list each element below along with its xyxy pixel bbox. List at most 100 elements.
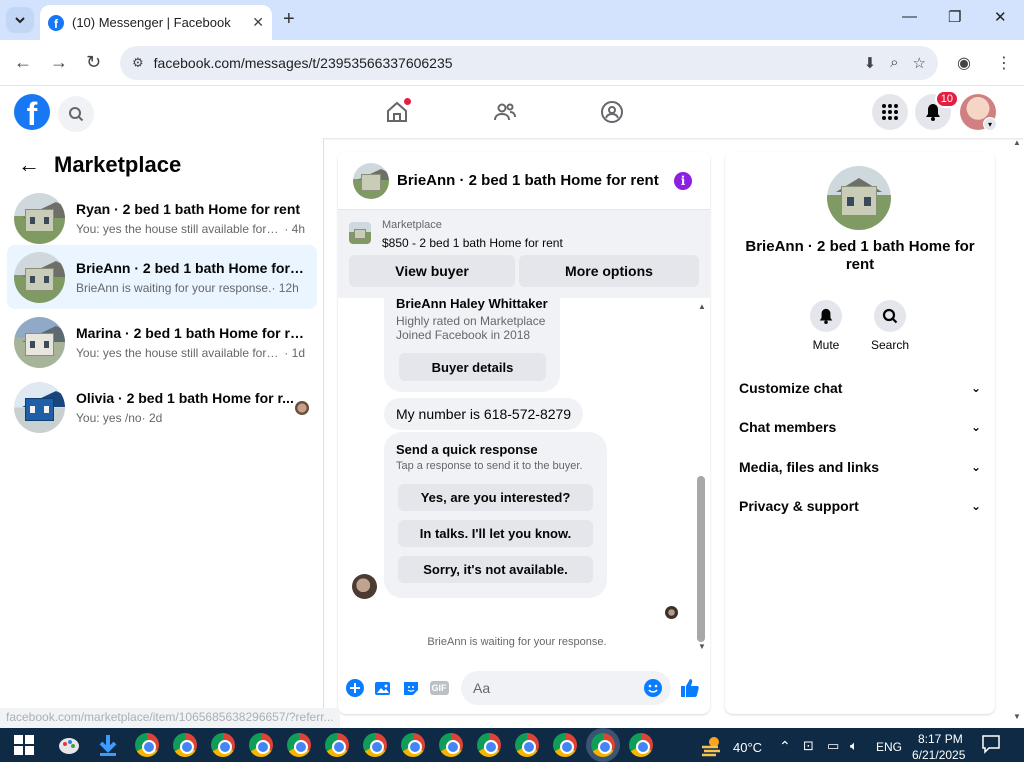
message-scrollbar[interactable]: ▲ ▼ bbox=[696, 302, 708, 652]
search-action[interactable]: Search bbox=[860, 300, 920, 352]
search-label: Search bbox=[870, 338, 910, 352]
notification-center-icon[interactable] bbox=[980, 733, 1004, 757]
windows-start-icon[interactable] bbox=[12, 733, 36, 757]
emoji-button[interactable] bbox=[644, 679, 662, 697]
conversation-item[interactable]: Marina · 2 bed 1 bath Home for rent You:… bbox=[7, 310, 317, 374]
message-list: BrieAnn Haley Whittaker Highly rated on … bbox=[338, 298, 710, 648]
section-privacy-support[interactable]: Privacy & support ⌄ bbox=[739, 498, 981, 514]
tab-search-button[interactable] bbox=[6, 7, 34, 33]
buyer-profile-card: BrieAnn Haley Whittaker Highly rated on … bbox=[384, 298, 560, 392]
groups-nav-button[interactable] bbox=[598, 98, 626, 126]
sticker-button[interactable] bbox=[402, 679, 420, 697]
page-scrollbar[interactable]: ▲ ▼ bbox=[1012, 138, 1024, 724]
chrome-taskbar-icon[interactable] bbox=[287, 733, 311, 757]
quick-response-subtitle: Tap a response to send it to the buyer. bbox=[396, 460, 583, 472]
chrome-taskbar-icon[interactable] bbox=[363, 733, 387, 757]
menu-button[interactable] bbox=[872, 94, 908, 130]
back-arrow-icon[interactable]: ← bbox=[18, 152, 40, 178]
message-input[interactable] bbox=[461, 671, 671, 705]
scroll-down-arrow-icon[interactable]: ▼ bbox=[698, 642, 706, 651]
chat-header[interactable]: BrieAnn · 2 bed 1 bath Home for rent i bbox=[338, 152, 710, 210]
conversation-item[interactable]: Olivia · 2 bed 1 bath Home for r... You:… bbox=[7, 375, 317, 439]
facebook-logo-icon[interactable]: f bbox=[14, 94, 50, 130]
quick-reply-button[interactable]: In talks. I'll let you know. bbox=[398, 520, 593, 547]
quick-reply-button[interactable]: Sorry, it's not available. bbox=[398, 556, 593, 583]
chrome-taskbar-icon[interactable] bbox=[135, 733, 159, 757]
scrollbar-thumb[interactable] bbox=[697, 476, 705, 642]
attach-photo-button[interactable] bbox=[374, 679, 392, 697]
notifications-button[interactable]: 10 bbox=[915, 90, 959, 130]
back-arrow-icon[interactable]: ← bbox=[14, 52, 32, 73]
conversation-preview: BrieAnn is waiting for your response. bbox=[76, 280, 272, 295]
scroll-up-arrow-icon[interactable]: ▲ bbox=[1013, 138, 1021, 147]
search-in-conversation-button[interactable] bbox=[874, 300, 906, 332]
chrome-taskbar-icon[interactable] bbox=[629, 733, 653, 757]
paint-app-icon[interactable] bbox=[57, 733, 81, 757]
chrome-taskbar-icon[interactable] bbox=[553, 733, 577, 757]
address-bar[interactable]: ⚙ facebook.com/messages/t/23953566337606… bbox=[120, 46, 938, 80]
home-nav-button[interactable] bbox=[383, 98, 411, 126]
info-icon[interactable]: i bbox=[674, 172, 692, 190]
chrome-taskbar-icon[interactable] bbox=[515, 733, 539, 757]
chrome-taskbar-icon[interactable] bbox=[477, 733, 501, 757]
gif-button[interactable]: GIF bbox=[429, 679, 449, 697]
facebook-search-button[interactable] bbox=[58, 96, 94, 132]
download-app-icon[interactable] bbox=[96, 733, 120, 757]
conversation-item[interactable]: Ryan · 2 bed 1 bath Home for rent You: y… bbox=[7, 186, 317, 250]
close-window-button[interactable]: ✕ bbox=[994, 8, 1007, 26]
conversation-info-name: BrieAnn · 2 bed 1 bath Home for rent bbox=[745, 238, 975, 273]
profile-icon[interactable]: ◉ bbox=[957, 53, 971, 73]
minimize-button[interactable]: ― bbox=[902, 8, 917, 25]
browser-menu-icon[interactable]: ⋮ bbox=[996, 53, 1012, 73]
section-customize-chat[interactable]: Customize chat ⌄ bbox=[739, 380, 981, 396]
clock-time[interactable]: 8:17 PM bbox=[918, 732, 963, 746]
scroll-down-arrow-icon[interactable]: ▼ bbox=[1013, 712, 1021, 721]
account-chevron-icon[interactable]: ▾ bbox=[983, 117, 997, 131]
more-actions-button[interactable] bbox=[346, 679, 364, 697]
chrome-taskbar-icon[interactable] bbox=[249, 733, 273, 757]
chat-listing-thumbnail bbox=[353, 162, 389, 199]
tray-chevron-up-icon[interactable]: ⌃ bbox=[779, 738, 791, 755]
gif-icon: GIF bbox=[429, 681, 449, 695]
bookmark-star-icon[interactable]: ☆ bbox=[913, 54, 926, 72]
tab-close-icon[interactable]: ✕ bbox=[252, 14, 264, 31]
weather-icon[interactable] bbox=[700, 733, 724, 757]
like-button[interactable] bbox=[680, 678, 700, 698]
chrome-taskbar-icon[interactable] bbox=[173, 733, 197, 757]
more-options-button[interactable]: More options bbox=[519, 255, 699, 287]
chrome-taskbar-icon[interactable] bbox=[325, 733, 349, 757]
zoom-icon[interactable]: ⌕ bbox=[890, 54, 898, 72]
conversation-time: · 4h bbox=[284, 221, 306, 236]
section-media-files-links[interactable]: Media, files and links ⌄ bbox=[739, 459, 981, 475]
chrome-taskbar-icon[interactable] bbox=[439, 733, 463, 757]
site-settings-icon[interactable]: ⚙ bbox=[132, 55, 144, 71]
clock-date[interactable]: 6/21/2025 bbox=[912, 748, 965, 762]
buyer-joined: Joined Facebook in 2018 bbox=[396, 328, 531, 342]
home-notification-dot bbox=[404, 98, 411, 105]
conversation-item-active[interactable]: BrieAnn · 2 bed 1 bath Home for r... Bri… bbox=[7, 245, 317, 309]
scroll-up-arrow-icon[interactable]: ▲ bbox=[698, 302, 706, 311]
buyer-name: BrieAnn Haley Whittaker bbox=[396, 298, 548, 311]
weather-temperature[interactable]: 40°C bbox=[733, 740, 762, 755]
friends-nav-button[interactable] bbox=[491, 98, 519, 126]
forward-arrow-icon[interactable]: → bbox=[50, 52, 68, 73]
language-indicator[interactable]: ENG bbox=[876, 740, 902, 754]
browser-tab-active[interactable]: f (10) Messenger | Facebook ✕ bbox=[40, 5, 272, 40]
view-buyer-button[interactable]: View buyer bbox=[349, 255, 515, 287]
chrome-taskbar-icon[interactable] bbox=[211, 733, 235, 757]
install-app-icon[interactable]: ⬇ bbox=[864, 54, 877, 72]
mute-button[interactable] bbox=[810, 300, 842, 332]
section-chat-members[interactable]: Chat members ⌄ bbox=[739, 419, 981, 435]
buyer-details-button[interactable]: Buyer details bbox=[399, 353, 546, 381]
mute-action[interactable]: Mute bbox=[796, 300, 856, 352]
maximize-button[interactable]: ❐ bbox=[948, 8, 961, 26]
quick-reply-button[interactable]: Yes, are you interested? bbox=[398, 484, 593, 511]
chrome-taskbar-icon-active[interactable] bbox=[591, 733, 615, 757]
network-icon[interactable]: ▭ bbox=[827, 738, 839, 754]
reload-icon[interactable]: ↻ bbox=[86, 52, 101, 73]
volume-icon[interactable]: 🔈︎ bbox=[850, 738, 858, 754]
chrome-taskbar-icon[interactable] bbox=[401, 733, 425, 757]
meet-now-icon[interactable]: ⊡ bbox=[803, 738, 814, 754]
marketplace-sidebar: ← Marketplace Ryan · 2 bed 1 bath Home f… bbox=[0, 138, 324, 708]
new-tab-button[interactable]: + bbox=[283, 8, 295, 31]
